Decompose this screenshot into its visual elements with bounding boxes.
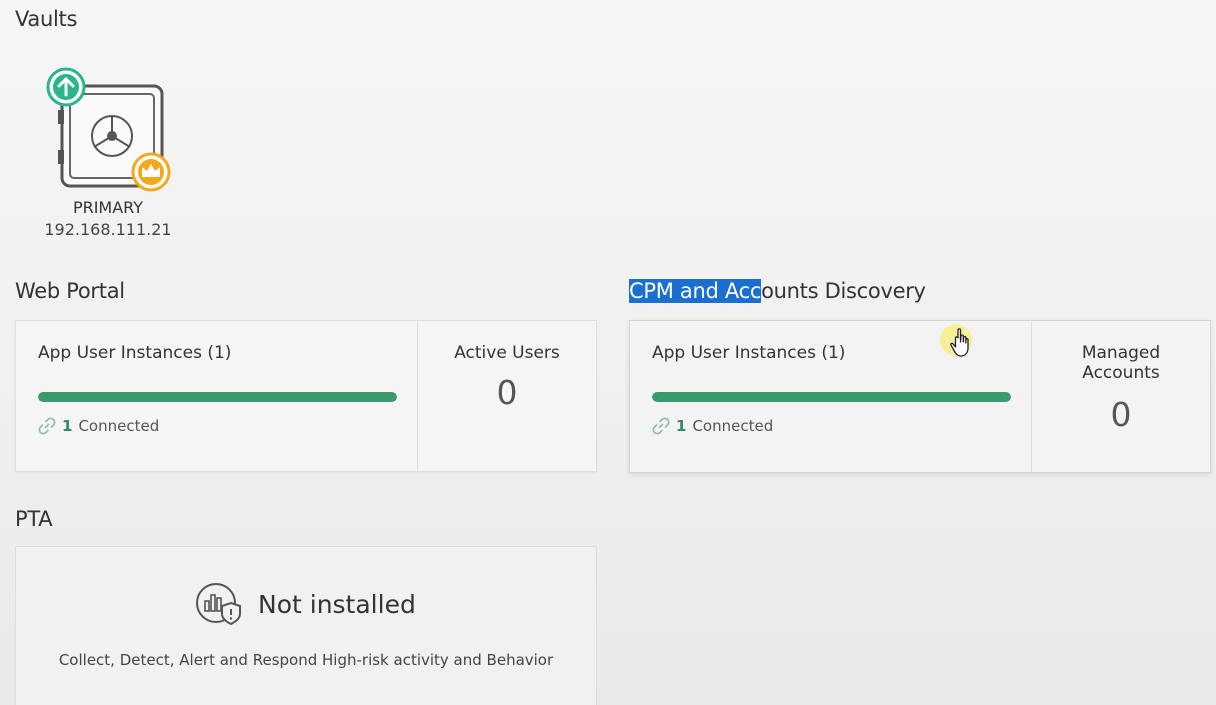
managed-accounts-value: 0 [1110,395,1132,434]
connected-count: 1 [62,417,73,435]
cpm-title-rest: ounts Discovery [761,279,926,303]
vault-safe-icon [46,67,171,192]
connected-status: 1 Connected [38,417,159,435]
active-users-value: 0 [496,373,518,412]
cpm-card[interactable]: App User Instances (1) 1 Connected Manag… [629,320,1211,473]
managed-accounts-panel[interactable]: Managed Accounts 0 [1031,321,1210,472]
pta-status-text: Not installed [258,589,416,619]
cpm-title: CPM and Accounts Discovery [629,279,926,303]
connection-progress-bar [38,392,397,402]
active-users-panel[interactable]: Active Users 0 [417,321,596,471]
crown-icon [131,152,171,192]
managed-accounts-label-line2: Accounts [1082,363,1160,383]
active-users-label: Active Users [454,343,560,363]
arrow-up-icon [46,67,86,107]
managed-accounts-label-line1: Managed [1081,343,1161,363]
connection-progress-fill [38,392,397,402]
connected-count: 1 [676,417,687,435]
pta-card[interactable]: Not installed Collect, Detect, Alert and… [15,546,597,705]
analytics-shield-icon [196,583,241,626]
pta-status: Not installed [192,581,416,627]
connected-status: 1 Connected [652,417,773,435]
app-user-instances-label: App User Instances (1) [38,343,232,363]
hand-cursor-icon [940,324,972,357]
connection-progress-fill [652,392,1011,402]
pta-title: PTA [15,507,53,531]
web-portal-title: Web Portal [15,279,125,303]
vault-ip: 192.168.111.21 [44,220,172,239]
pta-description: Collect, Detect, Alert and Respond High-… [58,651,554,669]
vaults-title: Vaults [15,7,78,31]
connected-label: Connected [78,417,160,435]
vault-primary[interactable]: PRIMARY 192.168.111.21 [40,62,180,242]
link-icon [38,417,56,435]
web-portal-instances-panel[interactable]: App User Instances (1) 1 Connected [16,321,419,471]
link-icon [652,417,670,435]
app-user-instances-label: App User Instances (1) [652,343,846,363]
cpm-title-selected-text: CPM and Acc [629,279,762,303]
connection-progress-bar [652,392,1011,402]
connected-label: Connected [692,417,774,435]
web-portal-card[interactable]: App User Instances (1) 1 Connected Activ… [15,320,597,472]
vault-name: PRIMARY [72,198,144,217]
